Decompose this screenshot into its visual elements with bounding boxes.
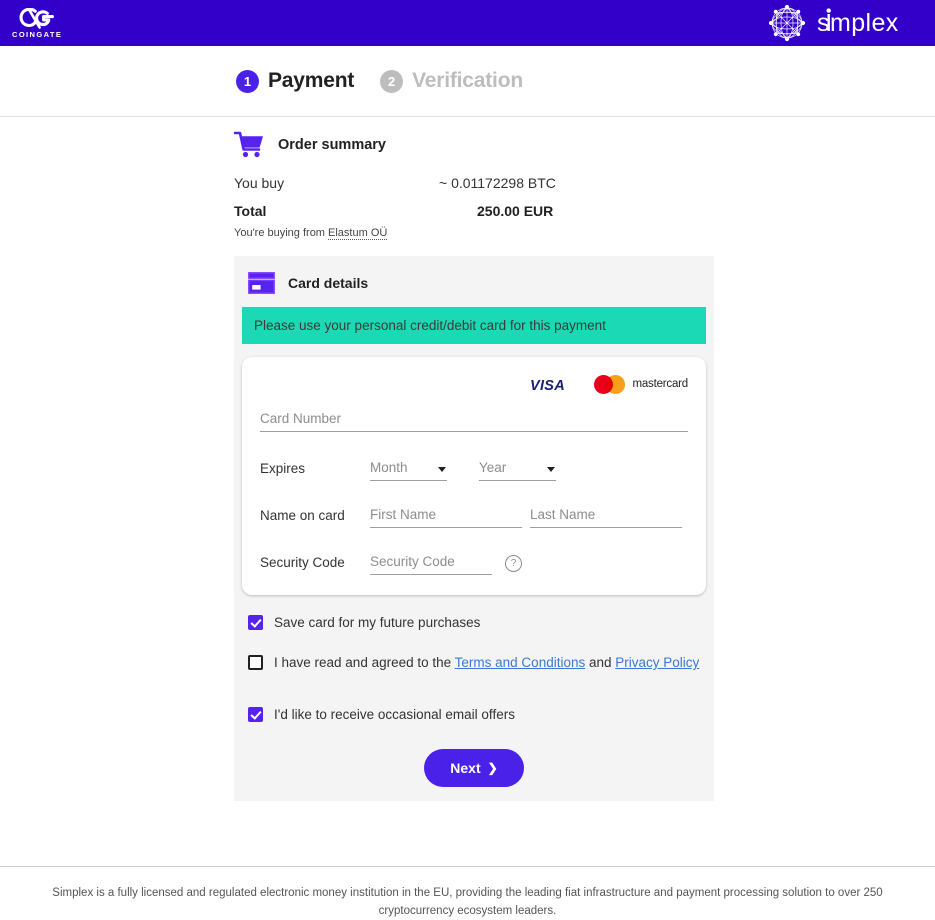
- card-details-panel: Card details Please use your personal cr…: [234, 256, 714, 801]
- coingate-mark-icon: [19, 7, 55, 29]
- terms-checkbox[interactable]: [248, 655, 263, 670]
- consent-save-card[interactable]: Save card for my future purchases: [248, 614, 700, 631]
- name-on-card-label: Name on card: [260, 508, 345, 523]
- consent-list: Save card for my future purchases I have…: [242, 614, 706, 723]
- next-button-label: Next: [450, 760, 481, 776]
- save-card-label: Save card for my future purchases: [274, 615, 481, 630]
- personal-card-notice: Please use your personal credit/debit ca…: [242, 307, 706, 344]
- simplex-wordmark: s mplex: [817, 8, 899, 37]
- total-label: Total: [234, 203, 267, 219]
- expiry-row: Expires Month Year: [260, 458, 688, 481]
- expires-label: Expires: [260, 461, 306, 476]
- you-buy-label: You buy: [234, 175, 285, 191]
- footer-disclaimer: Simplex is a fully licensed and regulate…: [52, 887, 883, 917]
- visa-logo-icon: VISA: [530, 378, 565, 392]
- shopping-cart-icon: [234, 131, 263, 158]
- name-on-card-row: Name on card: [260, 505, 688, 528]
- email-offers-checkbox[interactable]: [248, 707, 263, 722]
- brand-header: COINGATE s mplex: [0, 0, 935, 46]
- privacy-policy-link[interactable]: Privacy Policy: [615, 655, 699, 670]
- you-buy-value: ~ 0.01172298 BTC: [439, 175, 556, 191]
- next-button[interactable]: Next ❯: [424, 749, 524, 787]
- page-footer: Simplex is a fully licensed and regulate…: [0, 866, 935, 920]
- consent-email-offers[interactable]: I'd like to receive occasional email off…: [248, 706, 700, 723]
- card-number-row: [260, 409, 688, 432]
- security-code-label: Security Code: [260, 555, 345, 570]
- step-payment-label: Payment: [268, 69, 355, 92]
- step-verification[interactable]: 2 Verification: [380, 69, 523, 93]
- email-offers-label: I'd like to receive occasional email off…: [274, 707, 515, 722]
- buying-from-line: You're buying from Elastum OÜ: [234, 227, 935, 240]
- simplex-logo[interactable]: s mplex: [765, 1, 921, 45]
- mastercard-logo-icon: mastercard: [594, 374, 688, 394]
- credit-card-icon: [248, 272, 275, 294]
- coingate-wordmark: COINGATE: [12, 29, 63, 39]
- simplex-polyhedron-icon: [768, 4, 806, 42]
- expiry-month-select[interactable]: Month: [370, 458, 447, 481]
- svg-text:mplex: mplex: [830, 9, 899, 37]
- last-name-input[interactable]: [530, 505, 682, 528]
- card-form: VISA mastercard Expires Month: [242, 357, 706, 595]
- security-code-input[interactable]: [370, 552, 492, 575]
- svg-text:VISA: VISA: [530, 378, 565, 392]
- order-summary-section: Order summary You buy ~ 0.01172298 BTC T…: [0, 117, 935, 240]
- total-value: 250.00 EUR: [477, 203, 554, 219]
- expiry-year-select[interactable]: Year: [479, 458, 556, 481]
- buying-from-prefix: You're buying from: [234, 227, 329, 239]
- merchant-name[interactable]: Elastum OÜ: [328, 227, 388, 240]
- card-number-input[interactable]: [260, 409, 688, 432]
- card-details-title: Card details: [288, 275, 369, 291]
- terms-label: I have read and agreed to the Terms and …: [274, 654, 699, 671]
- expiry-month-wrapper: Month: [370, 458, 447, 481]
- security-code-row: Security Code ?: [260, 552, 688, 575]
- mastercard-circles: [594, 374, 626, 394]
- coingate-logo[interactable]: COINGATE: [12, 7, 63, 39]
- order-row-you-buy: You buy ~ 0.01172298 BTC: [234, 175, 714, 191]
- question-mark-icon[interactable]: ?: [505, 555, 522, 572]
- terms-and-conditions-link[interactable]: Terms and Conditions: [455, 655, 586, 670]
- terms-prefix: I have read and agreed to the: [274, 655, 455, 670]
- step-payment-number: 1: [236, 69, 259, 93]
- order-row-total: Total 250.00 EUR: [234, 203, 714, 219]
- save-card-checkbox[interactable]: [248, 615, 263, 630]
- expiry-year-wrapper: Year: [479, 458, 556, 481]
- step-verification-number: 2: [380, 69, 404, 93]
- next-button-wrapper: Next ❯: [242, 749, 706, 787]
- order-summary-title: Order summary: [278, 137, 386, 153]
- accepted-card-brands: VISA mastercard: [260, 373, 688, 395]
- step-verification-label: Verification: [412, 69, 523, 92]
- checkout-steps: 1 Payment 2 Verification: [0, 46, 935, 117]
- mastercard-wordmark: mastercard: [632, 378, 688, 390]
- terms-mid: and: [585, 655, 616, 670]
- step-payment[interactable]: 1 Payment: [236, 69, 354, 93]
- consent-terms[interactable]: I have read and agreed to the Terms and …: [248, 654, 700, 671]
- chevron-right-icon: ❯: [487, 761, 498, 775]
- first-name-input[interactable]: [370, 505, 522, 528]
